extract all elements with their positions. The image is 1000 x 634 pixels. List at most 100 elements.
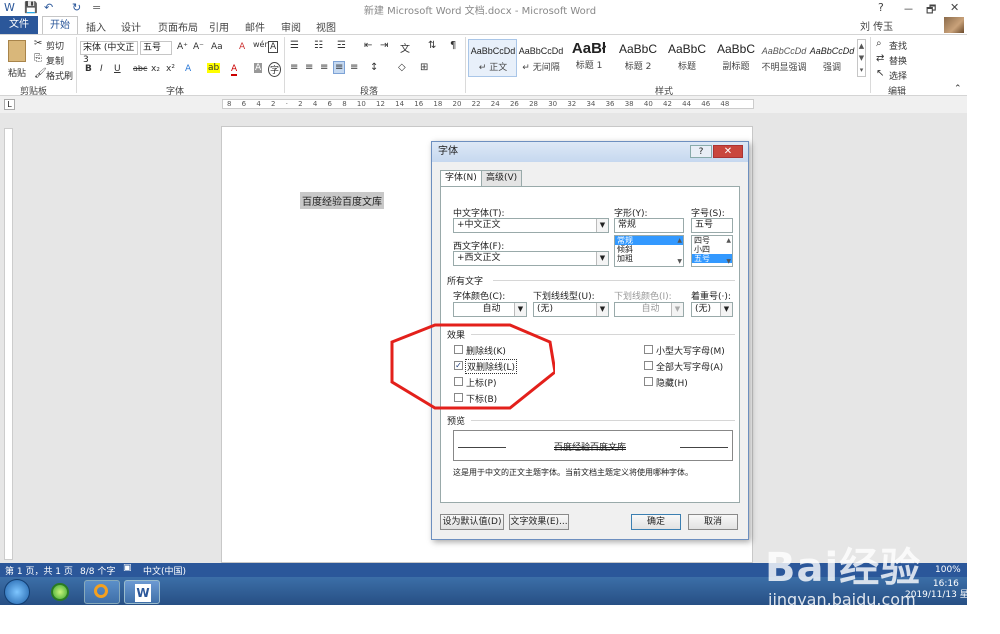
- tab-home[interactable]: 开始: [42, 16, 78, 34]
- text-effects-icon[interactable]: A: [185, 64, 191, 74]
- avatar[interactable]: [944, 17, 964, 33]
- chinese-font-combo[interactable]: +中文正文 ▼: [453, 218, 609, 233]
- all-caps-checkbox[interactable]: [644, 361, 653, 370]
- scissors-icon[interactable]: ✂: [34, 38, 42, 49]
- brush-icon[interactable]: 🖌: [34, 68, 47, 79]
- distributed-icon[interactable]: ≡: [350, 62, 358, 73]
- selected-document-text[interactable]: 百度经验百度文库: [300, 192, 384, 209]
- subscript-button[interactable]: x₂: [151, 64, 160, 74]
- paste-icon[interactable]: [8, 40, 26, 62]
- horizontal-ruler[interactable]: 8 6 4 2 · 2 4 6 8 10 12 14 16 18 20 22 2…: [222, 99, 754, 109]
- line-spacing-icon[interactable]: ↕: [370, 62, 378, 73]
- font-style-list[interactable]: 常规 倾斜 加粗 ▲ ▼: [614, 235, 684, 267]
- font-style-input[interactable]: 常规: [614, 218, 684, 233]
- ok-button[interactable]: 确定: [631, 514, 681, 530]
- select-cursor-icon[interactable]: ↖: [876, 68, 884, 79]
- font-color-icon[interactable]: A: [231, 64, 238, 76]
- chevron-down-icon[interactable]: ▼: [596, 219, 608, 232]
- style-heading-1[interactable]: AaBł 标题 1: [566, 40, 612, 76]
- clear-format-icon[interactable]: A: [239, 42, 245, 52]
- font-size-input[interactable]: 五号: [691, 218, 733, 233]
- save-icon[interactable]: 💾: [24, 1, 38, 14]
- scroll-up-icon[interactable]: ▲: [677, 236, 682, 245]
- underline-button[interactable]: U: [114, 64, 121, 74]
- proofing-icon[interactable]: ▣: [123, 563, 132, 573]
- minimize-button[interactable]: －: [903, 1, 914, 17]
- decrease-indent-icon[interactable]: ⇤: [364, 40, 372, 51]
- text-effects-button[interactable]: 文字效果(E)...: [509, 514, 569, 530]
- dialog-close-button[interactable]: ✕: [713, 145, 743, 158]
- style-emphasis[interactable]: AaBbCcDd 强调: [808, 40, 856, 76]
- grow-font-icon[interactable]: A⁺: [177, 42, 188, 52]
- western-font-combo[interactable]: +西文正文 ▼: [453, 251, 609, 266]
- search-icon[interactable]: [84, 580, 120, 604]
- char-border-icon[interactable]: A: [268, 41, 279, 53]
- borders-icon[interactable]: ⊞: [420, 62, 428, 73]
- collapse-ribbon-icon[interactable]: ⌃: [954, 84, 962, 94]
- italic-button[interactable]: I: [100, 64, 103, 74]
- vertical-ruler[interactable]: [4, 128, 13, 560]
- copy-button[interactable]: 复制: [46, 54, 64, 67]
- tab-mailings[interactable]: 邮件: [245, 19, 265, 34]
- style-subtle-emphasis[interactable]: AaBbCcDd 不明显强调: [760, 40, 808, 76]
- close-button[interactable]: ✕: [950, 1, 959, 14]
- sort-icon[interactable]: ⇅: [428, 40, 436, 51]
- chevron-down-icon[interactable]: ▼: [720, 303, 732, 316]
- font-size-option[interactable]: 小四: [692, 245, 732, 254]
- increase-indent-icon[interactable]: ⇥: [380, 40, 388, 51]
- multilevel-list-icon[interactable]: ☲: [337, 40, 346, 51]
- numbering-icon[interactable]: ☷: [314, 40, 323, 51]
- undo-icon[interactable]: ↶: [44, 1, 53, 14]
- underline-style-combo[interactable]: (无) ▼: [533, 302, 609, 317]
- tab-file[interactable]: 文件: [0, 16, 38, 34]
- tab-stop-selector[interactable]: L: [4, 99, 15, 110]
- user-name[interactable]: 刘 传玉: [860, 18, 893, 33]
- cut-button[interactable]: 剪切: [46, 39, 64, 52]
- font-style-option[interactable]: 常规: [615, 236, 683, 245]
- highlight-icon[interactable]: ab: [207, 63, 221, 73]
- replace-button[interactable]: 替换: [889, 54, 907, 67]
- language-indicator[interactable]: 中文(中国): [143, 564, 186, 577]
- tab-layout[interactable]: 页面布局: [158, 19, 198, 34]
- show-marks-icon[interactable]: ¶: [450, 40, 456, 51]
- small-caps-checkbox[interactable]: [644, 345, 653, 354]
- bold-button[interactable]: B: [85, 64, 92, 74]
- font-style-option[interactable]: 倾斜: [615, 245, 683, 254]
- justify-icon[interactable]: ≡: [333, 61, 346, 74]
- chevron-down-icon[interactable]: ▼: [596, 252, 608, 265]
- superscript-button[interactable]: x²: [166, 64, 175, 74]
- scroll-down-icon[interactable]: ▼: [677, 257, 682, 266]
- hidden-checkbox[interactable]: [644, 377, 653, 386]
- style-heading-2[interactable]: AaBbC 标题 2: [614, 40, 662, 76]
- copy-icon[interactable]: ⎘: [34, 53, 42, 64]
- font-style-option[interactable]: 加粗: [615, 254, 683, 263]
- bullets-icon[interactable]: ☰: [290, 40, 299, 51]
- tab-view[interactable]: 视图: [316, 19, 336, 34]
- style-no-spacing[interactable]: AaBbCcDd ↵ 无间隔: [518, 40, 564, 76]
- font-size-combo[interactable]: 五号: [140, 41, 172, 55]
- zoom-level[interactable]: 100%: [935, 565, 961, 575]
- font-color-combo[interactable]: 自动 ▼: [453, 302, 527, 317]
- format-painter-button[interactable]: 格式刷: [46, 69, 73, 82]
- word-app-icon[interactable]: W: [4, 1, 15, 14]
- page-count[interactable]: 第 1 页，共 1 页: [5, 564, 73, 577]
- chevron-down-icon[interactable]: ▼: [596, 303, 608, 316]
- chevron-down-icon[interactable]: ▼: [514, 303, 526, 316]
- redo-icon[interactable]: ↻: [72, 1, 81, 14]
- tab-references[interactable]: 引用: [209, 19, 229, 34]
- select-button[interactable]: 选择: [889, 69, 907, 82]
- customize-qat-icon[interactable]: =: [92, 1, 101, 14]
- find-button[interactable]: 查找: [889, 39, 907, 52]
- asian-layout-icon[interactable]: 文: [400, 40, 410, 55]
- word-taskbar-icon[interactable]: W: [124, 580, 160, 604]
- strikethrough-button[interactable]: abc: [133, 64, 147, 73]
- shading-bucket-icon[interactable]: ◇: [398, 62, 406, 73]
- tab-review[interactable]: 审阅: [281, 19, 301, 34]
- align-right-icon[interactable]: ≡: [320, 62, 328, 73]
- tab-advanced[interactable]: 高级(V): [481, 170, 523, 186]
- font-name-combo[interactable]: 宋体 (中文正3: [80, 41, 138, 65]
- scroll-up-icon[interactable]: ▲: [726, 236, 731, 245]
- enclose-char-icon[interactable]: 字: [268, 62, 282, 77]
- font-size-list[interactable]: 四号 小四 五号 ▲ ▼: [691, 235, 733, 267]
- styles-scroll[interactable]: ▲ ▼ ▾: [857, 39, 866, 77]
